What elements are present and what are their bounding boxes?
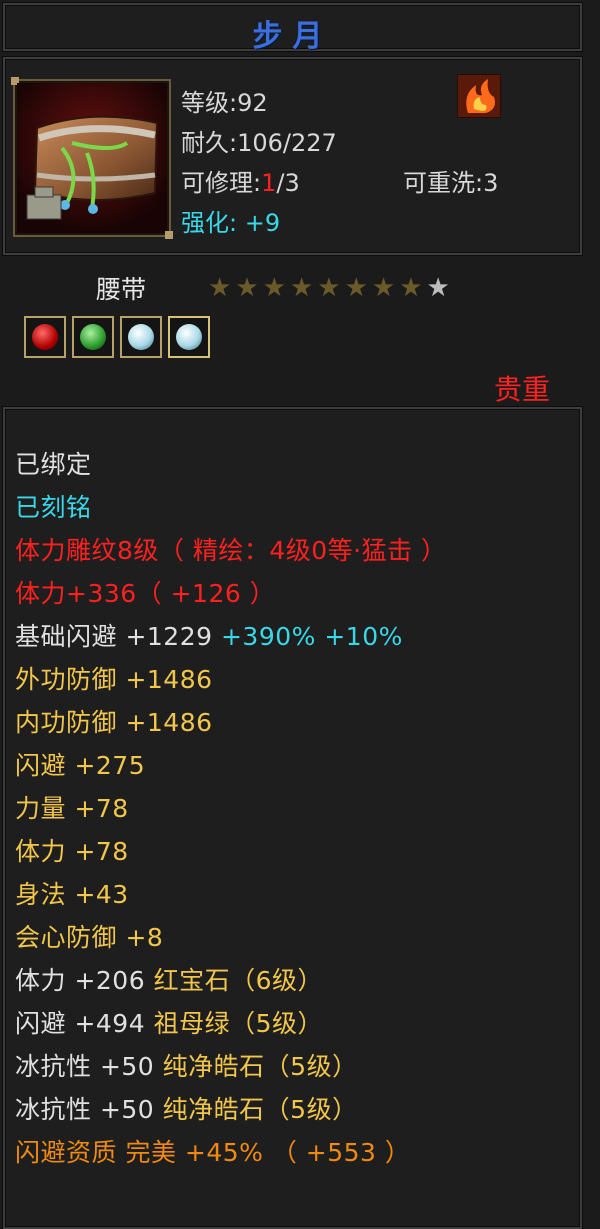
rewash-row: 可重洗:3 xyxy=(403,169,499,197)
belt-item-icon xyxy=(17,83,167,233)
item-name: 步月 xyxy=(252,19,333,54)
diamond-gem-icon[interactable] xyxy=(120,316,162,358)
star-filled-icon: ★ xyxy=(371,273,396,303)
repair-row: 可修理:1/3 xyxy=(181,169,300,197)
bound-status: 已绑定 xyxy=(15,450,92,479)
gem-stat-text: 冰抗性 +50 xyxy=(15,1095,155,1124)
base-dodge-extra: +390% +10% xyxy=(212,622,403,651)
emerald-gem-icon[interactable] xyxy=(72,316,114,358)
gem-stat-line: 闪避 +494 祖母绿（5级） xyxy=(15,1004,323,1040)
rewash-value: 3 xyxy=(483,169,499,197)
slot-type: 腰带 xyxy=(96,275,147,304)
gem-name: 红宝石（6级） xyxy=(145,966,323,995)
item-header-panel: 等级:92 耐久:106/227 可修理:1/3 可重洗:3 强化: +9 xyxy=(3,57,582,255)
stat-line: 力量 +78 xyxy=(15,794,129,823)
gem-name: 纯净皓石（5级） xyxy=(154,1052,358,1081)
level-row: 等级:92 xyxy=(181,89,268,117)
stat-line: 闪避 +275 xyxy=(15,751,146,780)
star-filled-icon: ★ xyxy=(344,273,368,303)
carving-line: 体力雕纹8级（ 精绘：4级0等·猛击 ） xyxy=(15,536,447,565)
flame-icon xyxy=(466,79,495,113)
base-dodge-text: 基础闪避 +1229 xyxy=(15,622,213,651)
star-filled-icon: ★ xyxy=(317,273,341,303)
star-filled-icon: ★ xyxy=(289,273,314,303)
repair-label: 可修理 xyxy=(181,169,253,197)
star-filled-icon: ★ xyxy=(262,273,286,303)
rewash-label: 可重洗 xyxy=(403,169,475,197)
star-rating: ★ ★ ★ ★ ★ ★ ★ ★ ★ xyxy=(208,275,454,301)
stat-line: 体力 +78 xyxy=(15,837,129,866)
stamina-bonus-line: 体力+336（ +126 ） xyxy=(15,579,276,608)
stat-line: 会心防御 +8 xyxy=(15,923,164,952)
item-icon-frame xyxy=(11,77,173,239)
aptitude-line: 闪避资质 完美 +45% （ +553 ） xyxy=(15,1138,411,1167)
star-filled-icon: ★ xyxy=(399,273,423,303)
flame-set-icon[interactable] xyxy=(457,74,501,118)
repair-max: /3 xyxy=(276,169,300,197)
ruby-gem-icon[interactable] xyxy=(24,316,66,358)
base-dodge-line: 基础闪避 +1229 +390% +10% xyxy=(15,617,403,653)
stat-line: 身法 +43 xyxy=(15,880,129,909)
gem-name: 祖母绿（5级） xyxy=(145,1009,323,1038)
star-filled-icon: ★ xyxy=(208,273,232,303)
durability-value: 106/227 xyxy=(237,129,337,157)
durability-row: 耐久:106/227 xyxy=(181,129,337,157)
level-label: 等级 xyxy=(181,89,229,117)
durability-label: 耐久 xyxy=(181,129,229,157)
engraved-status: 已刻铭 xyxy=(15,493,92,522)
gem-stat-text: 体力 +206 xyxy=(15,966,146,995)
attributes-panel: 已绑定 已刻铭 体力雕纹8级（ 精绘：4级0等·猛击 ） 体力+336（ +12… xyxy=(3,407,582,1229)
quality-label: 贵重 xyxy=(493,373,550,406)
stat-line: 内功防御 +1486 xyxy=(15,708,213,737)
title-bar: 步月 xyxy=(3,3,582,54)
gem-stat-line: 冰抗性 +50 纯净皓石（5级） xyxy=(15,1090,358,1126)
enhance-value: +9 xyxy=(244,209,281,237)
gem-stat-line: 体力 +206 红宝石（6级） xyxy=(15,961,323,997)
level-value: 92 xyxy=(237,89,268,117)
star-empty-icon: ★ xyxy=(426,273,450,303)
repair-current: 1 xyxy=(261,169,277,197)
diamond-gem-icon[interactable] xyxy=(168,316,210,358)
enhance-label: 强化 xyxy=(181,209,229,237)
enhance-row: 强化: +9 xyxy=(181,209,281,237)
stat-line: 外功防御 +1486 xyxy=(15,665,213,694)
gem-stat-text: 冰抗性 +50 xyxy=(15,1052,155,1081)
star-filled-icon: ★ xyxy=(235,273,259,303)
gem-name: 纯净皓石（5级） xyxy=(154,1095,358,1124)
gem-stat-line: 冰抗性 +50 纯净皓石（5级） xyxy=(15,1047,358,1083)
gem-stat-text: 闪避 +494 xyxy=(15,1009,146,1038)
